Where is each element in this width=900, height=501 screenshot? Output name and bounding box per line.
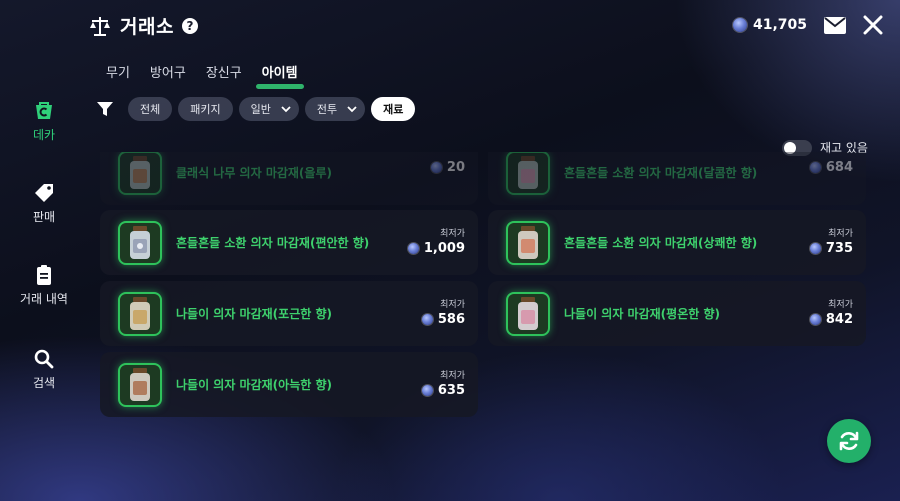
lowest-price-label: 최저가 <box>828 300 853 310</box>
blue-gem-coin-icon <box>407 243 419 254</box>
item-name: 흔들흔들 소환 의자 마감재(달콤한 향) <box>564 166 758 180</box>
price-tag-icon <box>35 184 53 202</box>
item-thumbnail <box>118 152 162 195</box>
scale-icon <box>90 16 110 36</box>
search-icon <box>34 349 54 369</box>
price-display: 735 <box>809 241 853 256</box>
price-display: 586 <box>421 312 465 327</box>
filter-all-label: 전체 <box>140 103 161 116</box>
listing-card[interactable]: 나들이 의자 마감재(아늑한 향) 최저가 635 <box>100 352 478 417</box>
lowest-price-label: 최저가 <box>440 371 465 381</box>
item-name: 나들이 의자 마감재(평온한 향) <box>564 307 720 321</box>
jar-icon <box>130 226 150 259</box>
tab-accessories[interactable]: 장신구 <box>196 60 252 83</box>
blue-gem-coin-icon <box>733 18 747 32</box>
item-name: 나들이 의자 마감재(포근한 향) <box>176 307 332 321</box>
sidebar-item-history[interactable]: 거래 내역 <box>0 264 88 307</box>
filter-package-chip[interactable]: 패키지 <box>178 97 233 121</box>
jar-icon <box>518 226 538 259</box>
sidebar-item-label: 판매 <box>32 210 56 224</box>
lowest-price-label: 최저가 <box>828 229 853 239</box>
jar-icon <box>518 297 538 330</box>
listing-card[interactable]: 흔들흔들 소환 의자 마감재(달콤한 향) 684 <box>488 152 866 205</box>
item-thumbnail <box>118 221 162 265</box>
item-thumbnail <box>118 292 162 336</box>
refresh-button[interactable] <box>827 419 871 463</box>
lowest-price-label: 최저가 <box>440 300 465 310</box>
blue-gem-coin-icon <box>809 314 821 325</box>
close-icon[interactable] <box>863 15 883 35</box>
item-price: 586 <box>437 312 465 327</box>
jar-icon <box>130 156 150 189</box>
tab-weapons[interactable]: 무기 <box>96 60 140 83</box>
tab-armor[interactable]: 방어구 <box>140 60 196 83</box>
price-display: 20 <box>430 160 465 175</box>
jar-icon <box>130 368 150 401</box>
top-bar: 거래소 ? 41,705 <box>0 0 900 54</box>
filter-bar: 전체 패키지 일반 전투 재료 <box>96 97 416 121</box>
sidebar-item-label: 거래 내역 <box>20 292 68 306</box>
price-display: 635 <box>421 383 465 398</box>
jar-icon <box>130 297 150 330</box>
item-price: 735 <box>825 241 853 256</box>
currency-display: 41,705 <box>733 17 807 33</box>
sidebar-item-search[interactable]: 검색 <box>0 348 88 391</box>
chevron-down-icon <box>347 106 357 113</box>
filter-normal-label: 일반 <box>250 103 271 116</box>
item-name: 클래식 나무 의자 마감재(을루) <box>176 166 332 180</box>
item-name: 나들이 의자 마감재(아늑한 향) <box>176 378 332 392</box>
item-thumbnail <box>118 363 162 407</box>
price-display: 684 <box>809 160 853 175</box>
listing-grid: 클래식 나무 의자 마감재(을루) 20 흔들흔들 소환 의자 마감재(달콤한 … <box>100 152 870 422</box>
clipboard-icon <box>37 265 51 285</box>
listing-card[interactable]: 흔들흔들 소환 의자 마감재(상쾌한 향) 최저가 735 <box>488 210 866 275</box>
filter-battle-dropdown[interactable]: 전투 <box>304 97 366 121</box>
filter-material-chip[interactable]: 재료 <box>371 97 416 121</box>
item-thumbnail <box>506 292 550 336</box>
item-thumbnail <box>506 152 550 195</box>
item-price: 1,009 <box>423 241 465 256</box>
listing-card[interactable]: 나들이 의자 마감재(평온한 향) 최저가 842 <box>488 281 866 346</box>
blue-gem-coin-icon <box>809 243 821 254</box>
item-name: 흔들흔들 소환 의자 마감재(상쾌한 향) <box>564 236 758 250</box>
blue-gem-coin-icon <box>421 385 433 396</box>
item-price: 635 <box>437 383 465 398</box>
sidebar-item-sell[interactable]: 판매 <box>0 182 88 225</box>
blue-gem-coin-icon <box>421 314 433 325</box>
listing-card[interactable]: 흔들흔들 소환 의자 마감재(편안한 향) 최저가 1,009 <box>100 210 478 275</box>
refresh-icon <box>839 431 859 451</box>
shopping-bag-icon <box>36 102 52 119</box>
tab-items[interactable]: 아이템 <box>252 60 308 89</box>
filter-icon[interactable] <box>96 100 114 118</box>
filter-package-label: 패키지 <box>190 103 221 116</box>
filter-all-chip[interactable]: 전체 <box>128 97 173 121</box>
item-price: 684 <box>825 160 853 175</box>
page-title: 거래소 <box>120 16 174 38</box>
item-price: 20 <box>446 160 465 175</box>
listing-card[interactable]: 나들이 의자 마감재(포근한 향) 최저가 586 <box>100 281 478 346</box>
filter-normal-dropdown[interactable]: 일반 <box>238 97 299 121</box>
price-display: 842 <box>809 312 853 327</box>
item-price: 842 <box>825 312 853 327</box>
item-name: 흔들흔들 소환 의자 마감재(편안한 향) <box>176 236 370 250</box>
listing-card[interactable]: 클래식 나무 의자 마감재(을루) 20 <box>100 152 478 205</box>
question-icon[interactable]: ? <box>181 17 198 34</box>
mail-icon[interactable] <box>824 17 846 34</box>
filter-material-label: 재료 <box>383 103 404 116</box>
sidebar-item-label: 검색 <box>32 376 56 390</box>
lowest-price-label: 최저가 <box>440 229 465 239</box>
currency-amount: 41,705 <box>753 17 808 33</box>
jar-icon <box>518 156 538 189</box>
category-tabs: 무기 방어구 장신구 아이템 <box>96 60 308 89</box>
blue-gem-coin-icon <box>809 162 821 173</box>
chevron-down-icon <box>281 106 291 113</box>
sidebar-item-label: 데카 <box>32 128 56 142</box>
blue-gem-coin-icon <box>430 162 442 173</box>
item-thumbnail <box>506 221 550 265</box>
filter-battle-label: 전투 <box>316 103 338 116</box>
price-display: 1,009 <box>407 241 465 256</box>
sidebar-item-deka[interactable]: 데카 <box>0 100 88 143</box>
title-area: 거래소 ? <box>88 12 198 39</box>
